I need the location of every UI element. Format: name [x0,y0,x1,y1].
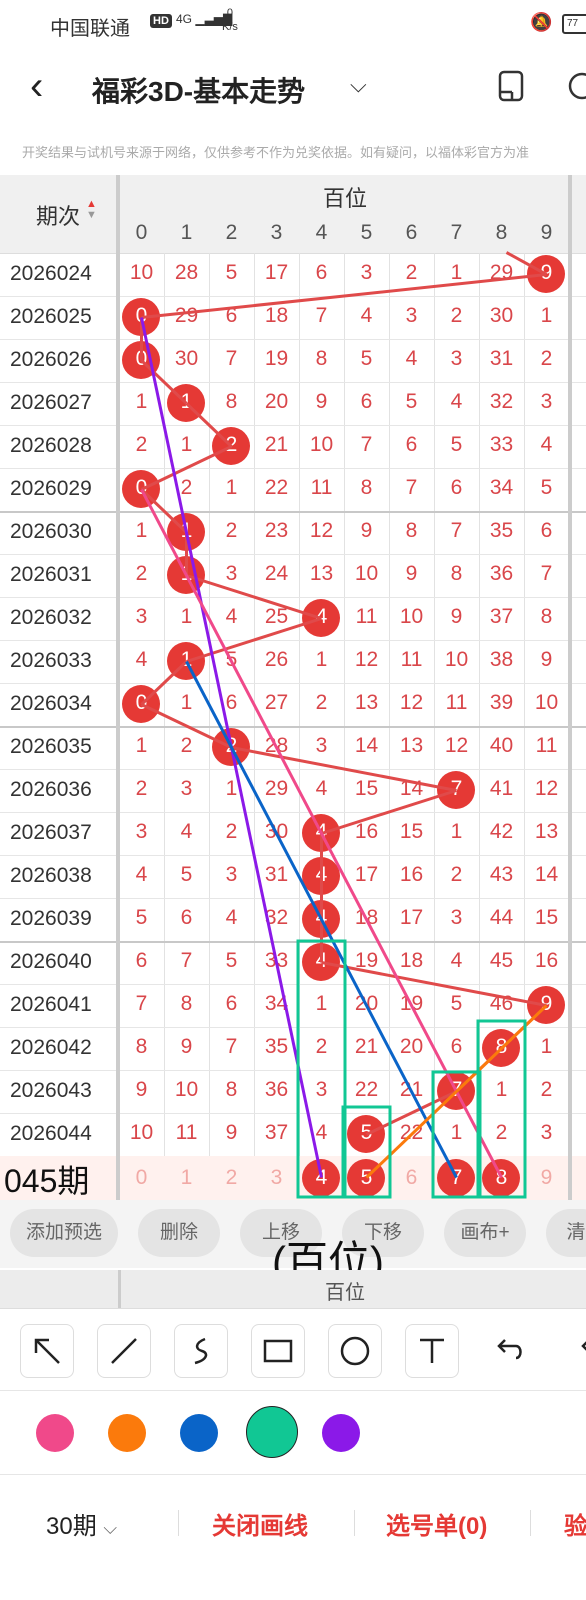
divider [178,1510,179,1536]
drawn-line-orange [365,1004,548,1179]
trend-line-segment [140,359,188,405]
text-tool-button[interactable] [405,1324,459,1378]
drawn-line-blue [185,660,458,1179]
close-drawing-button[interactable]: 关闭画线 [212,1506,308,1541]
status-bar: 中国联通 HD 4G ▁▃▅▇ 0 K/s 🔕 77 [0,0,586,48]
drawing-toolbar [0,1310,586,1391]
device-icon[interactable] [498,70,524,102]
period-count-label: 30期 [46,1513,97,1540]
speed-unit: K/s [222,21,238,33]
bottom-bar: 30期 ⌵ 关闭画线 选号单(0) 验 [0,1476,586,1600]
settings-icon[interactable] [566,70,586,102]
redo-tool-button[interactable] [559,1324,586,1376]
drawn-rect [296,939,347,1199]
drawn-rect [341,1105,392,1199]
action-button[interactable]: 添加预选 [10,1209,118,1257]
line-tool-button[interactable] [97,1324,151,1378]
trend-line-segment [231,746,457,792]
color-swatch[interactable] [180,1414,218,1452]
title-bar: ‹ 福彩3D-基本走势 ⌵ [0,48,586,132]
freehand-icon [194,1337,208,1365]
action-button[interactable]: 删除 [138,1209,220,1257]
trend-line-segment [365,1090,458,1136]
speed-value: 0 [226,7,234,19]
battery-icon: 77 [562,14,586,34]
selection-list-button[interactable]: 选号单(0) [386,1506,487,1541]
arrow-tool-button[interactable] [20,1324,74,1378]
carrier-label: 中国联通 [50,18,130,40]
trend-line-segment [141,273,547,319]
page-title[interactable]: 福彩3D-基本走势 [92,70,305,110]
divider [354,1510,355,1536]
secondary-header: 百位 [0,1270,586,1309]
rectangle-tool-button[interactable] [251,1324,305,1378]
action-button[interactable]: 清 [546,1209,586,1257]
freehand-tool-button[interactable] [174,1324,228,1378]
color-swatch[interactable] [36,1414,74,1452]
line-icon [111,1338,137,1364]
undo-icon [497,1339,522,1360]
color-palette [0,1392,586,1475]
mute-bell-icon: 🔕 [530,12,553,32]
arrow-icon [34,1338,60,1364]
period-count-select[interactable]: 30期 ⌵ [46,1506,117,1541]
drawing-canvas[interactable] [0,175,586,1200]
trend-line-segment [505,251,548,276]
drawn-line-pink [140,488,503,1179]
more-button[interactable]: 验 [564,1506,586,1541]
chevron-down-icon[interactable]: ⌵ [350,72,367,98]
trend-line-segment [185,402,233,448]
action-button[interactable]: 画布+ [444,1209,526,1257]
chevron-down-icon: ⌵ [103,1518,118,1538]
back-icon[interactable]: ‹ [30,64,43,108]
redo-icon [581,1341,586,1351]
text-icon [420,1338,444,1363]
undo-tool-button[interactable] [482,1324,534,1376]
color-swatch[interactable] [108,1414,146,1452]
color-swatch[interactable] [322,1414,360,1452]
circle-icon [340,1336,370,1366]
disclaimer-text: 开奖结果与试机号来源于网络，仅供参考不作为兑奖依据。如有疑问，以福体彩官方为准 [22,145,530,160]
trend-line-segment [140,445,233,491]
divider [530,1510,531,1536]
secondary-group-label: 百位 [325,1282,365,1304]
trend-line-segment [140,703,233,749]
trend-line-segment [321,789,457,835]
circle-tool-button[interactable] [328,1324,382,1378]
rectangle-icon [263,1339,293,1363]
color-swatch[interactable] [246,1406,298,1458]
trend-line-segment [140,660,188,706]
trend-table[interactable]: 期次 ▲ ▼ 百位 0123456789 2026024 10 28 5 17 6 3 2 1 29… [0,175,586,1200]
hd-icon: HD [150,14,172,28]
network-speed: 0 K/s [222,6,238,34]
network-type: 4G [176,12,193,26]
